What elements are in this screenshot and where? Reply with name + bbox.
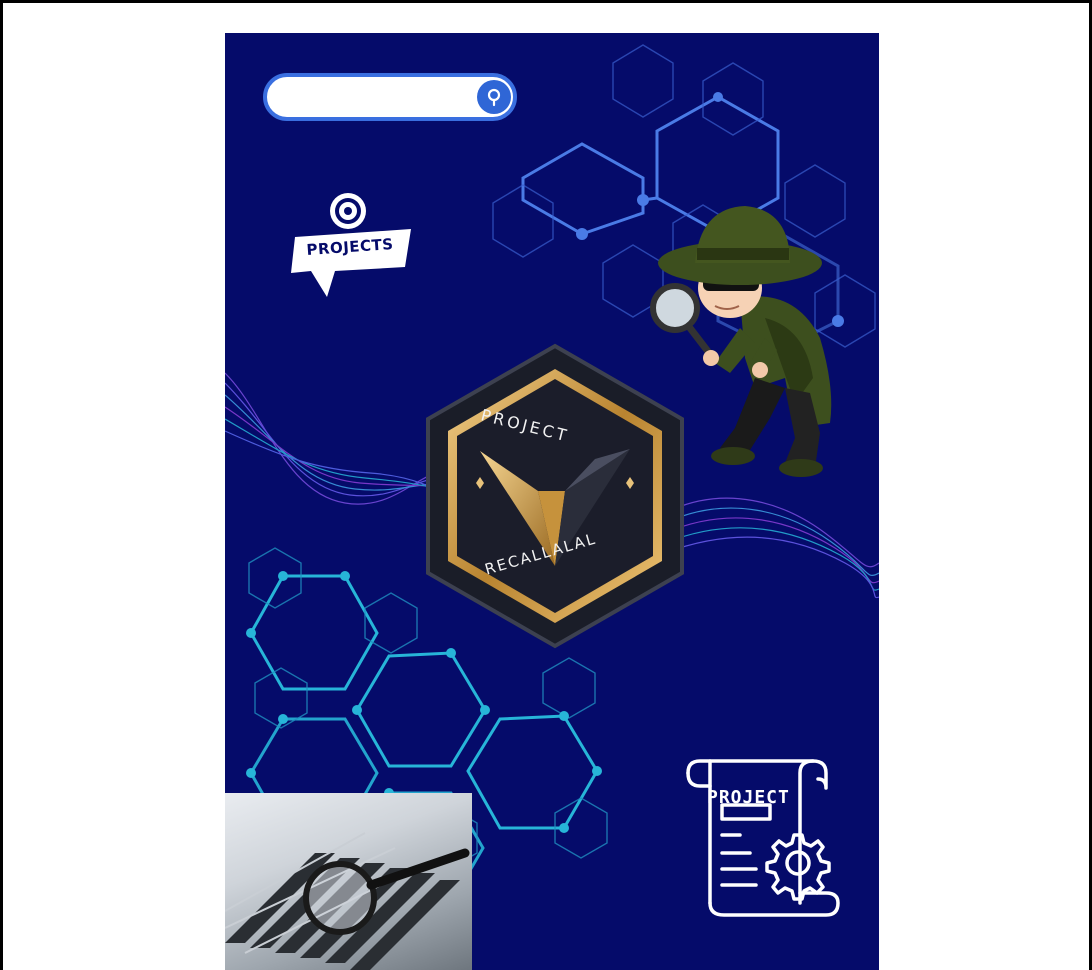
search-button[interactable] [477,80,511,114]
poster: PROJECTS PROJECT RECALLALAL PROJECT [225,33,879,970]
search-icon [487,88,501,107]
detective-illustration [650,206,832,477]
keyboard-photo [225,793,472,970]
search-input[interactable] [281,85,465,111]
wave-right [664,497,879,599]
document-gear-icon [686,759,840,917]
search-bar[interactable] [263,73,517,121]
document-title: PROJECT [707,787,790,808]
gear-icon [330,193,366,229]
keyboard-magnifier-image [225,832,470,970]
